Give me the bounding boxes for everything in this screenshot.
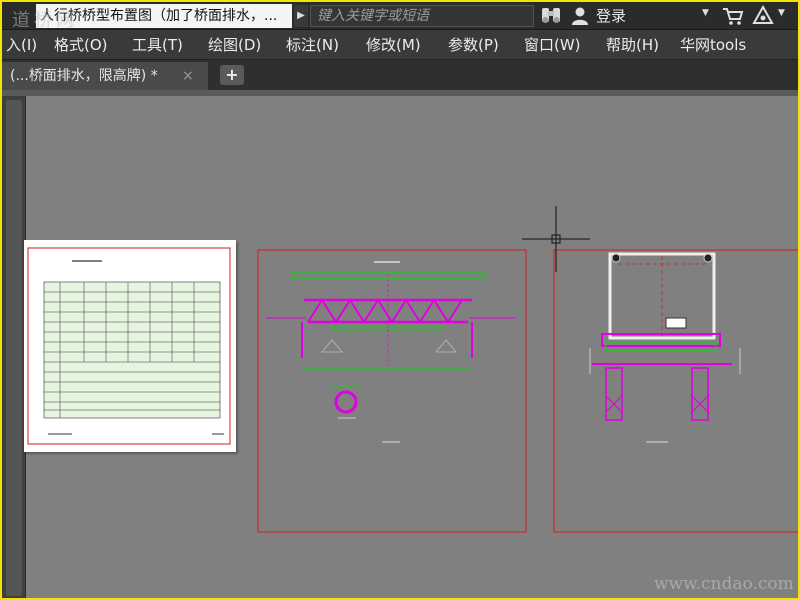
menu-insert[interactable]: 入(I) [6, 30, 37, 60]
crosshair-cursor [522, 206, 590, 272]
new-tab-button[interactable]: + [220, 65, 244, 85]
close-icon[interactable]: × [182, 62, 194, 90]
drawing-svg [27, 206, 798, 533]
drawing-canvas[interactable] [2, 96, 798, 598]
sheet-bridge-cross-section [553, 249, 798, 533]
title-bar: 人行桥桥型布置图（加了桥面排水，... 道桥网 ▶ 键入关键字或短语 登录 ▼ [2, 2, 798, 31]
login-label[interactable]: 登录 [596, 6, 626, 26]
menu-help[interactable]: 帮助(H) [606, 30, 659, 60]
app-window: 人行桥桥型布置图（加了桥面排水，... 道桥网 ▶ 键入关键字或短语 登录 ▼ [0, 0, 800, 600]
watermark-bottom: www.cndao.com [654, 574, 794, 594]
menu-window[interactable]: 窗口(W) [524, 30, 581, 60]
cart-icon[interactable] [722, 6, 744, 26]
sheet-table-content [27, 247, 231, 445]
menu-parameters[interactable]: 参数(P) [448, 30, 499, 60]
menu-bar: 入(I) 格式(O) 工具(T) 绘图(D) 标注(N) 修改(M) 参数(P)… [2, 30, 798, 60]
menu-dimension[interactable]: 标注(N) [286, 30, 339, 60]
title-expand-arrow[interactable]: ▶ [294, 5, 308, 27]
menu-tools[interactable]: 工具(T) [132, 30, 183, 60]
help-icon[interactable] [752, 4, 774, 27]
chevron-down-icon[interactable]: ▼ [702, 8, 709, 18]
menu-format[interactable]: 格式(O) [54, 30, 108, 60]
binoculars-icon[interactable] [540, 6, 562, 26]
menu-modify[interactable]: 修改(M) [366, 30, 421, 60]
chevron-down-icon[interactable]: ▼ [778, 8, 785, 18]
user-icon[interactable] [570, 6, 590, 26]
menu-huawang-tools[interactable]: 华网tools [680, 30, 746, 60]
tab-label: (...桥面排水，限高牌) * [10, 68, 158, 84]
watermark-top: 道桥网 [12, 10, 78, 31]
document-tab-bar: (...桥面排水，限高牌) * × + [2, 60, 798, 90]
menu-draw[interactable]: 绘图(D) [208, 30, 261, 60]
sheet-bridge-elevation [257, 249, 527, 533]
search-input[interactable]: 键入关键字或短语 [310, 5, 534, 27]
tab-active-document[interactable]: (...桥面排水，限高牌) * × [2, 62, 208, 90]
